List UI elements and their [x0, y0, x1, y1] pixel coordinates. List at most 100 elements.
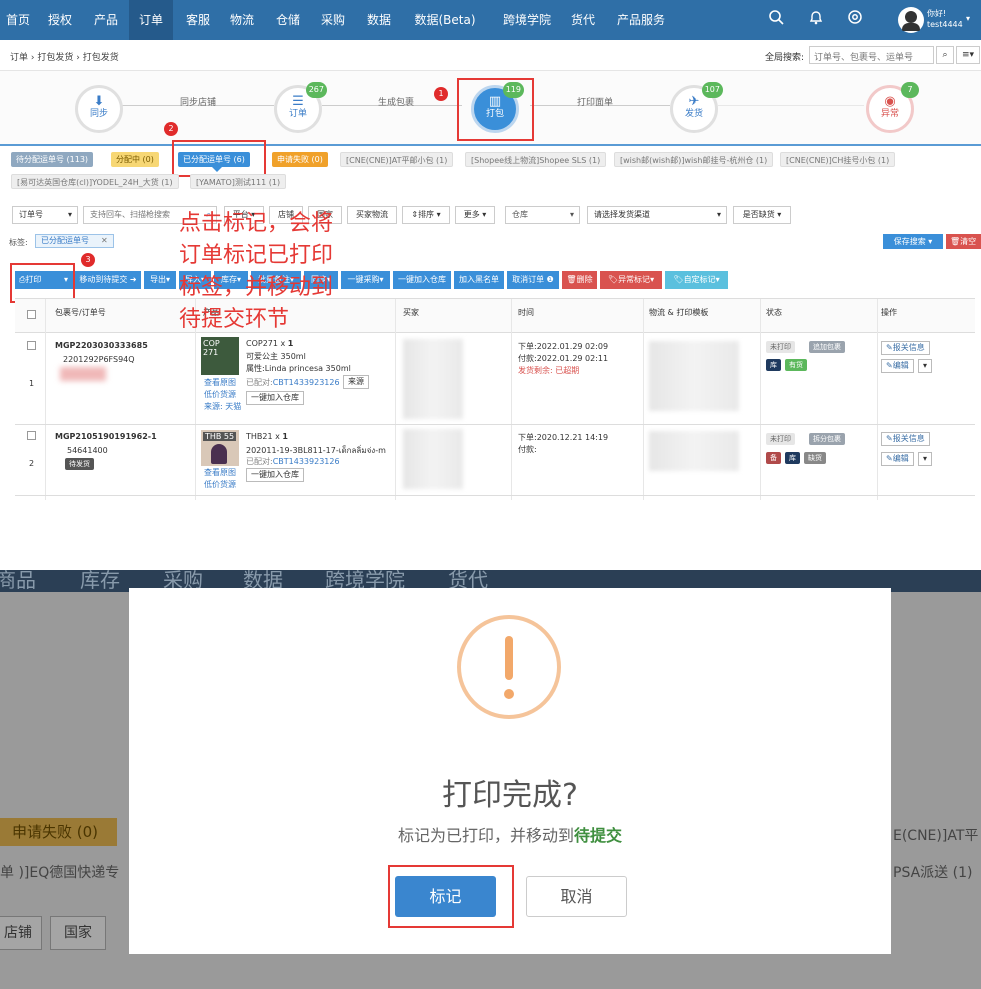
add-to-warehouse-button[interactable]: 一键加入仓库	[246, 391, 304, 405]
delete-button[interactable]: 🗑删除	[562, 271, 597, 289]
breadcrumb-item[interactable]: 打包发货	[37, 53, 73, 63]
cancel-order-button[interactable]: 取消订单 ❶	[507, 271, 559, 289]
flow-node-order[interactable]: ☰ 订单 267	[274, 82, 327, 133]
custom-mark-button[interactable]: 🏷自定标记▾	[665, 271, 728, 289]
nav-item-logistics[interactable]: 物流	[222, 0, 262, 40]
flow-link-label: 同步店铺	[180, 98, 217, 108]
export-button[interactable]: 导出▾	[144, 271, 176, 289]
menu-icon[interactable]: ≡▾	[956, 46, 980, 64]
more-dropdown[interactable]: 更多 ▾	[455, 206, 495, 224]
order-no[interactable]: 2201292P6FS94Q	[63, 355, 135, 364]
tag-filter-label: 标签:	[9, 238, 28, 247]
top-screenshot: 首页 授权 产品 订单 客服 物流 仓储 采购 数据 数据(Beta) 跨境学院…	[0, 0, 981, 500]
nav-item-product[interactable]: 产品	[86, 0, 126, 40]
bell-icon[interactable]	[806, 9, 826, 29]
user-greeting: 你好!	[927, 9, 947, 18]
save-search-button[interactable]: 保存搜索 ▾	[883, 234, 943, 249]
tab-allocated-waybill[interactable]: 已分配运单号 (6)	[178, 152, 250, 167]
add-warehouse-button[interactable]: 一键加入仓库	[393, 271, 451, 289]
low-price-link[interactable]: 低价货源	[204, 479, 236, 490]
tab-channel[interactable]: [CNE(CNE)]AT平邮小包 (1)	[340, 152, 454, 167]
blurred-buyer	[403, 339, 463, 419]
close-icon: ✕	[101, 236, 108, 245]
flow-node-abnormal[interactable]: ◉ 异常 7	[866, 82, 919, 133]
download-icon: ⬇	[93, 94, 105, 109]
select-all-checkbox[interactable]	[27, 310, 36, 319]
nav-item-storage[interactable]: 仓储	[268, 0, 308, 40]
low-price-link[interactable]: 低价货源	[204, 389, 236, 400]
product-attr: 属性:Linda princesa 350ml	[246, 364, 351, 373]
tab-channel[interactable]: [Shopee线上物流]Shopee SLS (1)	[465, 152, 607, 167]
tab-pending-waybill[interactable]: 待分配运单号 (113)	[11, 152, 94, 167]
nav-item-purchase[interactable]: 采购	[313, 0, 353, 40]
tab-allocating[interactable]: 分配中 (0)	[111, 152, 159, 167]
tab-apply-failed[interactable]: 申请失败 (0)	[272, 152, 328, 167]
source-link[interactable]: 来源: 天猫	[204, 401, 241, 412]
orders-table: 包裹号/订单号 产品 买家 时间 物流 & 打印模板 状态 操作 1 MGP22…	[15, 298, 975, 500]
product-thumbnail[interactable]: THB 55	[201, 430, 239, 466]
status-badge[interactable]: 拆分包裹	[809, 433, 845, 445]
order-no-select[interactable]: 订单号 ▾	[12, 206, 78, 224]
bottom-screenshot: 商品 库存 采购 数据 跨境学院 货代 申请失败 (0) 单 )]EQ德国快递专…	[0, 570, 981, 989]
search-icon[interactable]: ⌕	[936, 46, 954, 64]
move-pending-button[interactable]: 移动到待提交 ➜	[75, 271, 141, 289]
tab-channel[interactable]: [wish邮(wish邮)]wish邮挂号-杭州仓 (1)	[614, 152, 774, 167]
dimmed-text: 单 )]EQ德国快递专	[0, 865, 120, 881]
package-no[interactable]: MGP2203030333685	[55, 341, 148, 350]
nav-item-data[interactable]: 数据	[359, 0, 399, 40]
clear-button[interactable]: 🗑清空	[946, 234, 981, 249]
warehouse-select[interactable]: 仓库 ▾	[505, 206, 580, 224]
product-thumbnail[interactable]: COP 271	[201, 337, 239, 375]
nav-item-order[interactable]: 订单	[129, 0, 173, 40]
avatar[interactable]	[898, 7, 924, 33]
abnormal-mark-button[interactable]: 🏷异常标记▾	[600, 271, 662, 289]
tab-channel[interactable]: [CNE(CNE)]CH挂号小包 (1)	[780, 152, 896, 167]
nav-item-services[interactable]: 产品服务	[609, 0, 673, 40]
view-image-link[interactable]: 查看原图	[204, 467, 236, 478]
breadcrumb-item: 打包发货	[82, 53, 119, 63]
edit-button[interactable]: ✎编辑	[881, 452, 914, 466]
sort-dropdown[interactable]: ⇕排序 ▾	[402, 206, 450, 224]
customs-info-button[interactable]: ✎报关信息	[881, 341, 930, 355]
stock-filter[interactable]: 是否缺货 ▾	[733, 206, 791, 224]
nav-item-academy[interactable]: 跨境学院	[496, 0, 558, 40]
chevron-down-icon[interactable]: ▾	[966, 14, 970, 23]
nav-item-service[interactable]: 客服	[176, 0, 220, 40]
status-badge: 有货	[785, 359, 807, 371]
blacklist-button[interactable]: 加入黑名单	[454, 271, 504, 289]
chevron-down-icon[interactable]: ▾	[918, 359, 933, 373]
tab-channel[interactable]: [易可达英国仓库(cl)]YODEL_24H_大货 (1)	[11, 174, 179, 189]
status-badge: 库	[766, 359, 781, 371]
chevron-down-icon[interactable]: ▾	[918, 452, 933, 466]
gear-icon[interactable]	[845, 9, 865, 29]
breadcrumb-item[interactable]: 订单	[10, 53, 28, 63]
tag-filter-chip[interactable]: 已分配运单号 ✕	[35, 234, 114, 248]
order-time: 下单:2020.12.21 14:19	[518, 433, 609, 442]
col-header-package: 包裹号/订单号	[55, 308, 106, 317]
package-no[interactable]: MGP2105190191962-1	[55, 432, 157, 441]
order-no[interactable]: 54641400	[67, 446, 108, 455]
customs-info-button[interactable]: ✎报关信息	[881, 432, 930, 446]
status-badge[interactable]: 追加包裹	[809, 341, 845, 353]
nav-item-data-beta[interactable]: 数据(Beta)	[405, 0, 485, 40]
status-badge: 库	[785, 452, 800, 464]
row-checkbox[interactable]	[27, 341, 36, 350]
row-checkbox[interactable]	[27, 431, 36, 440]
global-search-input[interactable]: 订单号、包裹号、运单号	[809, 46, 934, 64]
nav-item-forwarder[interactable]: 货代	[563, 0, 603, 40]
cancel-button[interactable]: 取消	[526, 876, 627, 917]
tab-channel[interactable]: [YAMATO]测试111 (1)	[190, 174, 287, 189]
nav-item-auth[interactable]: 授权	[42, 0, 78, 40]
flow-node-ship[interactable]: ✈ 发货 107	[670, 82, 723, 133]
channel-select[interactable]: 请选择发货渠道 ▾	[587, 206, 727, 224]
add-to-warehouse-button[interactable]: 一键加入仓库	[246, 468, 304, 482]
nav-item-home[interactable]: 首页	[0, 0, 36, 40]
flow-node-sync[interactable]: ⬇ 同步	[75, 85, 123, 133]
view-image-link[interactable]: 查看原图	[204, 377, 236, 388]
source-button[interactable]: 来源	[343, 375, 369, 389]
blurred-info	[60, 367, 106, 381]
user-info[interactable]: 你好! test4444	[927, 8, 963, 30]
search-icon[interactable]	[766, 9, 786, 29]
row-index: 2	[29, 459, 35, 468]
edit-button[interactable]: ✎编辑	[881, 359, 914, 373]
